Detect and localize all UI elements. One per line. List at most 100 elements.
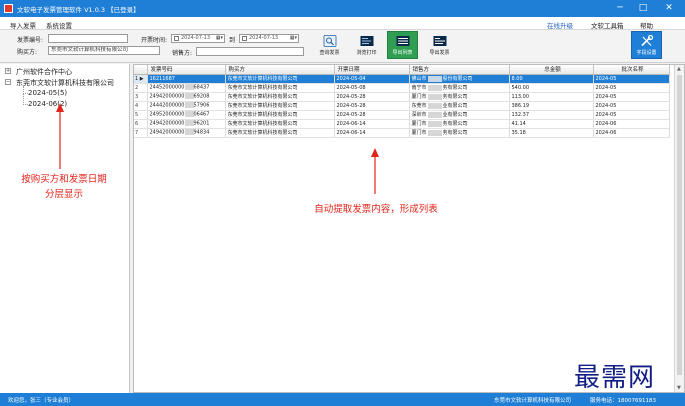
menu-settings[interactable]: 系统设置 [46,20,72,30]
title-bar: 文软电子发票管理软件 V1.0.3 【已登录】 ─ □ ✕ [0,0,685,17]
tree-annotation-line2: 分层显示 [44,189,83,200]
scroll-down-icon[interactable]: ▼ [677,385,681,391]
query-invoice-button[interactable]: 查询发票 [314,31,345,59]
close-button[interactable]: ✕ [660,2,678,15]
export-invoice-icon [433,36,446,46]
status-bar: 欢迎您，张三（专业会员） 东莞市文软计算机科技有限公司 服务电话：1800769… [0,393,685,406]
menu-import[interactable]: 导入发票 [10,20,36,30]
table-row[interactable]: 7 24942000000 94834 东莞市文软计算机科技有限公司 2024-0… [134,128,670,138]
status-service-phone: 服务电话：18007691183 [590,398,656,404]
tree-node-2024-05[interactable]: 2024-05(5) [28,89,67,97]
export-list-label: 导出列表 [392,50,413,56]
export-list-icon [396,36,409,46]
row-number: 2 [134,83,148,93]
col-header-seller[interactable]: 销售方 [409,65,510,75]
vertical-scrollbar[interactable]: ▲ ▼ [674,65,684,392]
tree-node-dongguan[interactable]: 东莞市文软计算机科技有限公司 [16,78,114,88]
cell-batch: 2024-05 [593,92,670,102]
table-annotation: 自动提取发票内容，形成列表 [314,204,438,215]
row-header-corner [134,65,148,75]
row-number: 7 [134,128,148,138]
date-to-checkbox[interactable] [242,36,247,41]
field-settings-label: 字段设置 [636,50,657,56]
table-row[interactable]: 1 ▶ 16211687 东莞市文软计算机科技有限公司 2024-05-04 佛… [134,74,670,84]
cell-amount: 132.37 [509,110,594,120]
row-number: 4 [134,101,148,111]
row-number: 5 [134,110,148,120]
row-number: 1 ▶ [134,74,148,84]
cell-date: 2024-05-08 [334,83,410,93]
col-header-buyer[interactable]: 购买方 [225,65,335,75]
cell-batch: 2024-05 [593,110,670,120]
cell-buyer: 东莞市文软计算机科技有限公司 [225,110,335,120]
cell-date: 2024-05-04 [334,74,410,84]
cell-seller: 厦门市 务有限公司 [409,128,510,138]
invoice-table: 发票号码 购买方 开票日期 销售方 总金额 批次名称 1 ▶ 16211687 … [133,64,685,393]
collapse-icon[interactable]: − [5,79,11,85]
cell-invoice-no: 24442000000 57906 [147,101,226,111]
maximize-button[interactable]: □ [634,2,652,15]
export-list-button[interactable]: 导出列表 [387,31,418,59]
invoice-no-input[interactable] [48,34,128,43]
cell-buyer: 东莞市文软计算机科技有限公司 [225,101,335,111]
query-invoice-label: 查询发票 [319,50,340,56]
calendar-icon[interactable]: ▦▾ [216,35,223,42]
cell-buyer: 东莞市文软计算机科技有限公司 [225,92,335,102]
date-to-label: 到 [229,37,236,44]
cell-date: 2024-05-28 [334,101,410,111]
table-row[interactable]: 6 24942000000 96201 东莞市文软计算机科技有限公司 2024-0… [134,119,670,129]
seller-input[interactable] [196,47,304,56]
menu-toolbox[interactable]: 文软工具箱 [591,20,624,30]
cell-invoice-no: 24942000000 69208 [147,92,226,102]
cell-date: 2024-05-28 [334,110,410,120]
export-invoice-button[interactable]: 导出发票 [424,31,455,59]
arrow-up-icon [371,148,379,194]
scroll-up-icon[interactable]: ▲ [677,66,681,72]
date-to-picker[interactable]: 2024-07-13 ▦▾ [239,34,299,43]
cell-invoice-no: 16211687 [147,74,226,84]
export-invoice-label: 导出发票 [429,50,450,56]
cell-amount: 35.18 [509,128,594,138]
date-label: 开票时间: [141,37,168,44]
cell-date: 2024-06-14 [334,128,410,138]
cell-seller: 南宁市 务有限公司 [409,83,510,93]
tree-annotation-line1: 按购买方和发票日期 [21,174,107,185]
col-header-date[interactable]: 开票日期 [334,65,410,75]
tree-node-guangzhou[interactable]: 广州软件合作中心 [16,67,72,77]
calendar-icon[interactable]: ▦▾ [290,35,297,42]
table-row[interactable]: 5 24952000000 06467 东莞市文软计算机科技有限公司 2024-0… [134,110,670,120]
buyer-input[interactable]: 东莞市文软计算机科技有限公司 [48,46,160,55]
table-row[interactable]: 4 24442000000 57906 东莞市文软计算机科技有限公司 2024-0… [134,101,670,111]
cell-date: 2024-06-14 [334,119,410,129]
field-settings-button[interactable]: 字段设置 [631,31,662,59]
cell-invoice-no: 24942000000 94834 [147,128,226,138]
table-row[interactable]: 3 24942000000 69208 东莞市文软计算机科技有限公司 2024-0… [134,92,670,102]
date-from-checkbox[interactable] [174,36,179,41]
cell-buyer: 东莞市文软计算机科技有限公司 [225,83,335,93]
cell-seller: 厦门市 务有限公司 [409,92,510,102]
cell-amount: 8.00 [509,74,594,84]
cell-seller: 佛山市 股份有限公司 [409,74,510,84]
menu-bar: 导入发票 系统设置 在线升级 文软工具箱 帮助 [0,17,685,30]
date-from-picker[interactable]: 2024-07-13 ▦▾ [171,34,225,43]
col-header-invoice-no[interactable]: 发票号码 [147,65,226,75]
invoice-no-label: 发票编号: [17,37,44,44]
search-doc-icon [323,35,336,47]
print-preview-button[interactable]: 浏览打印 [351,31,382,59]
cell-invoice-no: 24942000000 96201 [147,119,226,129]
menu-upgrade[interactable]: 在线升级 [547,20,573,30]
cell-buyer: 东莞市文软计算机科技有限公司 [225,128,335,138]
date-to-value: 2024-07-13 [249,35,279,41]
table-header: 发票号码 购买方 开票日期 销售方 总金额 批次名称 [134,65,670,75]
expand-icon[interactable]: + [5,68,11,74]
cell-amount: 386.19 [509,101,594,111]
scroll-thumb[interactable] [677,75,682,375]
cell-date: 2024-05-28 [334,92,410,102]
menu-help[interactable]: 帮助 [640,20,653,30]
col-header-amount[interactable]: 总金额 [509,65,594,75]
col-header-batch[interactable]: 批次名称 [593,65,670,75]
watermark: 最需网 [574,363,656,393]
cell-batch: 2024-05 [593,101,670,111]
minimize-button[interactable]: ─ [611,2,629,15]
table-row[interactable]: 2 24452000000 68437 东莞市文软计算机科技有限公司 2024-0… [134,83,670,93]
